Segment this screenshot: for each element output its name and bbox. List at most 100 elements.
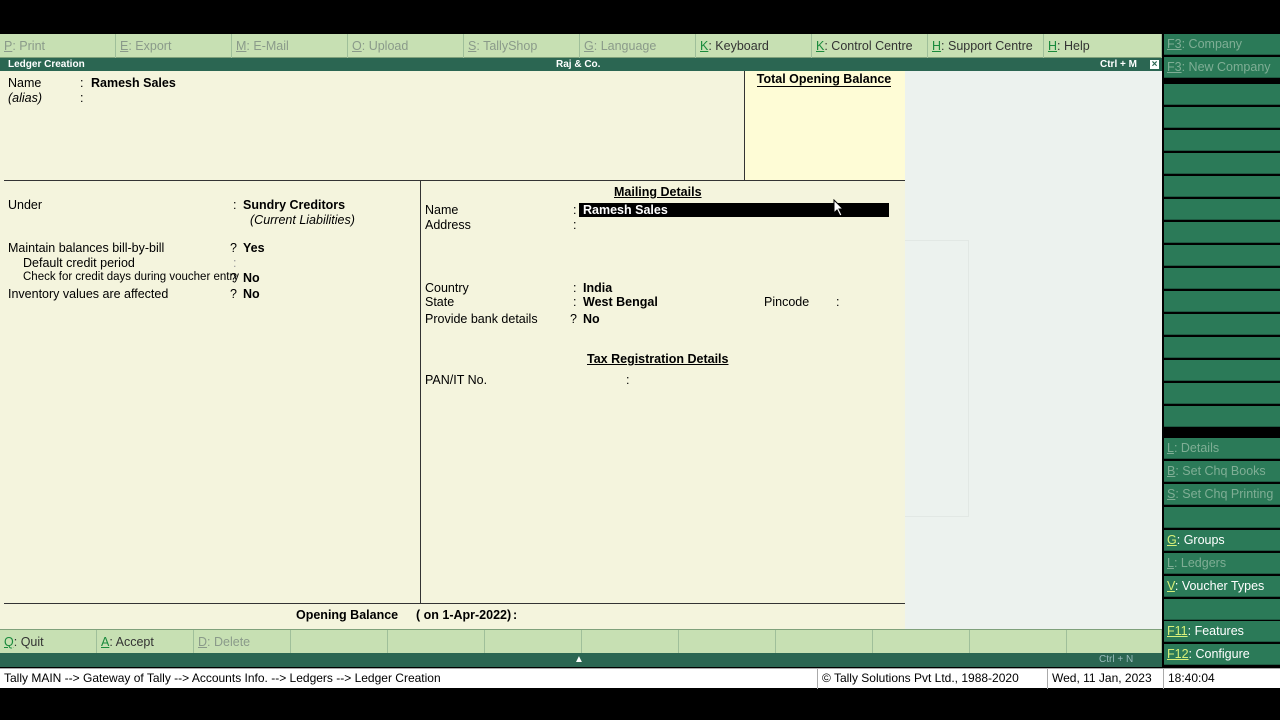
under-colon: : [233, 198, 237, 212]
empty-slot [679, 630, 776, 654]
bottom-toolbar: Q: Quit A: Accept D: Delete [0, 629, 1162, 654]
set-chq-printing-button[interactable]: S: Set Chq Printing [1164, 484, 1280, 505]
credit-period-field[interactable]: : [233, 256, 236, 270]
credit-period-label: Default credit period [23, 256, 135, 270]
address-field[interactable]: : [573, 218, 576, 232]
breadcrumb: Tally MAIN --> Gateway of Tally --> Acco… [0, 669, 818, 689]
total-opening-balance-title: Total Opening Balance [756, 72, 892, 87]
screen-title: Ledger Creation [8, 59, 85, 70]
company-name: Raj & Co. [556, 59, 601, 70]
state-label: State [425, 295, 455, 309]
bill-by-bill-field[interactable]: Yes [243, 241, 265, 255]
groups-button[interactable]: G: Groups [1164, 530, 1280, 551]
minimize-shortcut[interactable]: Ctrl + M [1100, 58, 1137, 71]
address-label: Address [425, 218, 471, 232]
empty-slot [873, 630, 970, 654]
current-time: 18:40:04 [1168, 671, 1215, 685]
sidebar-slot [1164, 406, 1280, 427]
export-button[interactable]: E: Export [116, 34, 232, 58]
sidebar-slot [1164, 383, 1280, 404]
opening-balance-field[interactable]: : [513, 608, 517, 622]
close-icon[interactable]: × [1149, 59, 1160, 70]
upload-button[interactable]: O: Upload [348, 34, 464, 58]
ledgers-button[interactable]: L: Ledgers [1164, 553, 1280, 574]
mailing-details-title: Mailing Details [614, 185, 702, 199]
company-button[interactable]: F3: Company [1164, 34, 1280, 55]
accept-button[interactable]: A: Accept [97, 630, 194, 654]
state-field[interactable]: West Bengal [583, 295, 658, 309]
help-button[interactable]: H: Help [1044, 34, 1162, 58]
pincode-label: Pincode [764, 295, 810, 309]
sidebar-slot [1164, 84, 1280, 105]
sidebar-slot [1164, 507, 1280, 528]
empty-slot [485, 630, 582, 654]
empty-slot [388, 630, 485, 654]
pan-field[interactable]: : [626, 373, 629, 387]
credit-days-field[interactable]: No [243, 271, 260, 285]
ledger-name-field[interactable]: Ramesh Sales [91, 76, 176, 90]
bill-by-bill-label: Maintain balances bill-by-bill [8, 241, 165, 255]
under-field[interactable]: Sundry Creditors [243, 198, 345, 212]
ctrl-n-shortcut[interactable]: Ctrl + N [1099, 653, 1133, 667]
sidebar-slot [1164, 107, 1280, 128]
empty-slot [970, 630, 1067, 654]
bill-by-bill-sep: ? [230, 241, 237, 255]
alias-field[interactable]: : [80, 91, 83, 105]
sidebar-slot [1164, 337, 1280, 358]
mouse-pointer-icon [833, 199, 845, 217]
status-bar: Tally MAIN --> Gateway of Tally --> Acco… [0, 668, 1280, 689]
bank-details-sep: ? [570, 312, 577, 326]
empty-slot [582, 630, 679, 654]
new-company-button[interactable]: F3: New Company [1164, 57, 1280, 78]
delete-button[interactable]: D: Delete [194, 630, 291, 654]
set-chq-books-button[interactable]: B: Set Chq Books [1164, 461, 1280, 482]
sidebar-slot [1164, 360, 1280, 381]
right-button-bar: F3: Company F3: New Company L: Details B… [1162, 34, 1280, 668]
empty-slot [776, 630, 873, 654]
support-centre-button[interactable]: H: Support Centre [928, 34, 1044, 58]
current-date: Wed, 11 Jan, 2023 [1048, 669, 1164, 689]
country-label: Country [425, 281, 469, 295]
credit-days-sep: ? [230, 271, 237, 285]
voucher-types-button[interactable]: V: Voucher Types [1164, 576, 1280, 597]
bank-details-label: Provide bank details [425, 312, 538, 326]
sidebar-slot [1164, 153, 1280, 174]
sidebar-slot [1164, 176, 1280, 197]
sidebar-slot [1164, 291, 1280, 312]
divider-vertical [420, 181, 421, 603]
pincode-field[interactable]: : [836, 295, 839, 309]
sidebar-slot [1164, 245, 1280, 266]
control-centre-button[interactable]: K: Control Centre [812, 34, 928, 58]
name-colon: : [80, 76, 84, 90]
bank-details-field[interactable]: No [583, 312, 600, 326]
configure-button[interactable]: F12: Configure [1164, 644, 1280, 665]
inventory-field[interactable]: No [243, 287, 260, 301]
faded-panel [905, 240, 969, 517]
expand-up-icon[interactable]: ▲ [574, 653, 584, 667]
details-button[interactable]: L: Details [1164, 438, 1280, 459]
keyboard-button[interactable]: K: Keyboard [696, 34, 812, 58]
title-bar: Ledger Creation Raj & Co. Ctrl + M × [0, 58, 1162, 71]
sidebar-slot [1164, 199, 1280, 220]
quit-button[interactable]: Q: Quit [0, 630, 97, 654]
country-colon: : [573, 281, 577, 295]
empty-slot [291, 630, 388, 654]
under-label: Under [8, 198, 43, 212]
inventory-label: Inventory values are affected [8, 287, 169, 301]
tallyshop-button[interactable]: S: TallyShop [464, 34, 580, 58]
country-field[interactable]: India [583, 281, 612, 295]
divider [4, 180, 905, 181]
language-button[interactable]: G: Language [580, 34, 696, 58]
inventory-sep: ? [230, 287, 237, 301]
name-label: Name [8, 76, 42, 90]
email-button[interactable]: M: E-Mail [232, 34, 348, 58]
features-button[interactable]: F11: Features [1164, 621, 1280, 642]
sidebar-slot [1164, 599, 1280, 620]
copyright: © Tally Solutions Pvt Ltd., 1988-2020 [818, 669, 1048, 689]
sidebar-slot [1164, 222, 1280, 243]
total-opening-balance-box [744, 71, 905, 180]
print-button[interactable]: P: Print [0, 34, 116, 58]
under-group-parent: (Current Liabilities) [250, 213, 355, 227]
bottom-strip: ▲ Ctrl + N [0, 653, 1162, 667]
mailing-name-label: Name [425, 203, 459, 217]
